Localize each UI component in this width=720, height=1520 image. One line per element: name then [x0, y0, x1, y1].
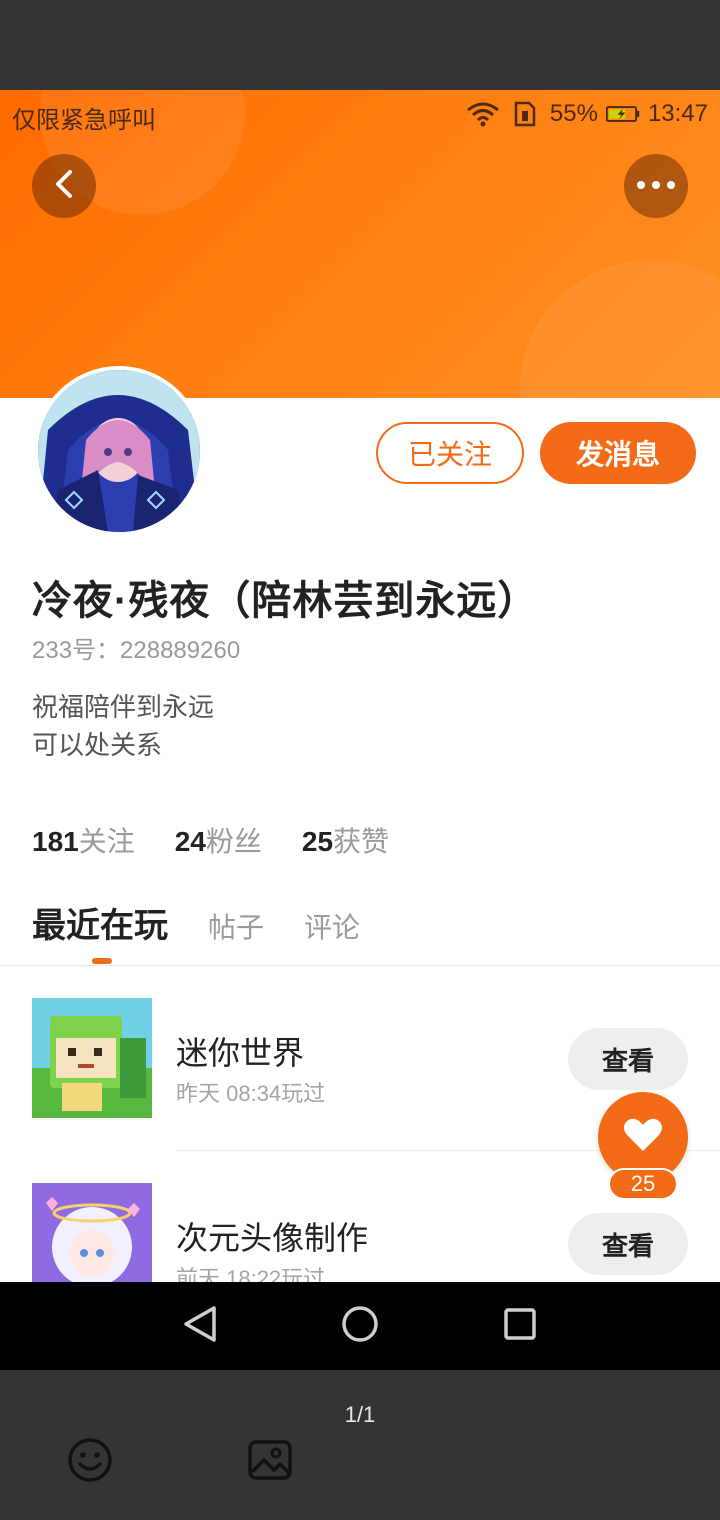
nav-home-button[interactable] [338, 1304, 382, 1348]
profile-bio: 祝福陪伴到永远 可以处关系 [32, 688, 214, 764]
view-button[interactable]: 查看 [568, 1213, 688, 1275]
nav-back-button[interactable] [178, 1304, 222, 1348]
image-icon[interactable] [246, 1436, 294, 1484]
heart-icon [623, 1117, 663, 1158]
following-button[interactable]: 已关注 [376, 422, 524, 484]
stat-likes-label: 获赞 [333, 826, 390, 857]
tab-posts[interactable]: 帖子 [208, 906, 264, 946]
page-indicator: 1/1 [344, 1402, 376, 1427]
game-name: 次元头像制作 [176, 1220, 369, 1256]
battery-percent: 55% [549, 100, 598, 127]
chevron-left-icon [52, 169, 76, 204]
bio-line: 祝福陪伴到永远 [32, 692, 215, 722]
tab-active-indicator [92, 958, 112, 964]
game-thumbnail [32, 1183, 152, 1282]
status-carrier-text: 仅限紧急呼叫 [12, 107, 156, 134]
status-time: 13:47 [647, 100, 708, 127]
like-count-badge: 25 [608, 1168, 678, 1200]
profile-banner: 仅限紧急呼叫 55% 13:47 [0, 90, 720, 398]
nav-recents-button[interactable] [498, 1304, 542, 1348]
stat-following-count: 181 [32, 826, 79, 857]
tab-comments[interactable]: 评论 [304, 906, 360, 946]
recents-square-icon [503, 1307, 537, 1346]
outer-bottom-strip: 1/1 [0, 1370, 720, 1520]
stat-following[interactable]: 181关注 [32, 820, 135, 860]
phone-screen: 仅限紧急呼叫 55% 13:47 已关注 发消息 冷夜·残夜（陪林芸到永远） 2… [0, 90, 720, 1282]
stat-likes: 25获赞 [302, 820, 389, 860]
game-last-played: 昨天 08:34玩过 [176, 1081, 326, 1106]
battery-charging-icon [605, 101, 640, 127]
send-message-button[interactable]: 发消息 [540, 422, 696, 484]
back-button[interactable] [32, 154, 96, 218]
emoji-icon[interactable] [66, 1436, 114, 1484]
stat-fans-label: 粉丝 [205, 826, 262, 857]
system-navbar [0, 1282, 720, 1370]
tab-label: 最近在玩 [32, 907, 168, 945]
stat-likes-count: 25 [301, 826, 334, 857]
stat-following-label: 关注 [78, 826, 135, 857]
avatar[interactable] [34, 366, 204, 536]
list-item[interactable]: 次元头像制作 前天 18:22玩过 查看 [0, 1183, 720, 1282]
wifi-icon [466, 101, 500, 127]
profile-nickname: 冷夜·残夜（陪林芸到永远） [32, 579, 539, 623]
game-last-played: 前天 18:22玩过 [176, 1266, 326, 1282]
game-name: 迷你世界 [176, 1035, 305, 1071]
stat-fans-count: 24 [174, 826, 206, 857]
profile-stats: 181关注 24粉丝 25获赞 [32, 820, 389, 860]
tab-recently-played[interactable]: 最近在玩 [32, 898, 168, 964]
sim-icon [508, 101, 542, 127]
bio-line: 可以处关系 [32, 730, 163, 760]
view-button[interactable]: 查看 [568, 1028, 688, 1090]
more-dots-icon [636, 177, 676, 195]
profile-user-id: 233号：228889260 [32, 637, 241, 664]
stat-fans[interactable]: 24粉丝 [175, 820, 262, 860]
status-right-group: 55% 13:47 [466, 100, 708, 128]
tab-divider [0, 965, 720, 966]
outer-top-strip [0, 0, 720, 90]
banner-decoration [520, 260, 720, 398]
back-triangle-icon [182, 1304, 218, 1349]
profile-tabs: 最近在玩 帖子 评论 [32, 898, 360, 964]
status-bar: 仅限紧急呼叫 55% 13:47 [0, 90, 720, 138]
game-thumbnail [32, 998, 152, 1118]
avatar-illustration [38, 370, 200, 532]
home-circle-icon [341, 1305, 379, 1348]
more-options-button[interactable] [624, 154, 688, 218]
